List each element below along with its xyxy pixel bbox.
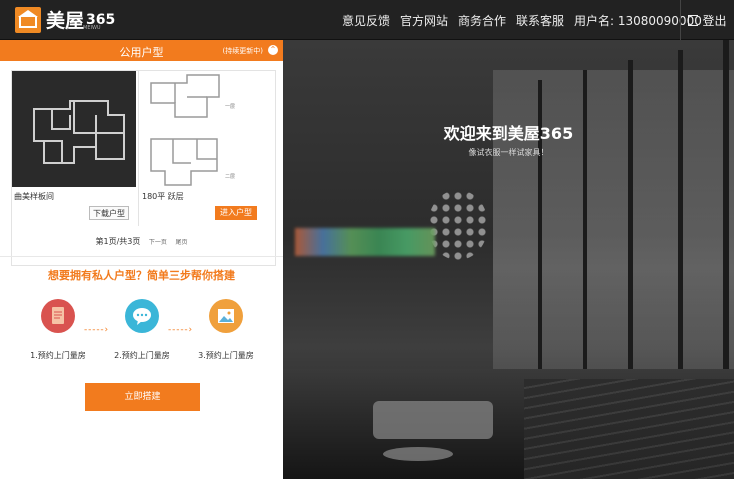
coffee-table bbox=[383, 447, 453, 461]
logout-label: 登出 bbox=[702, 13, 727, 28]
top-bar: 美屋 365 MEIWU 意见反馈 官方网站 商务合作 联系客服 用户名: 13… bbox=[0, 0, 734, 40]
last-page-link[interactable]: 尾页 bbox=[175, 239, 187, 246]
chandelier bbox=[428, 190, 488, 260]
window-frame bbox=[723, 40, 729, 410]
floorplan-panel: 公用户型 (持续更新中) ⌃ 曲美样板间 下载户型 一层 二层 180平 跃层 … bbox=[0, 40, 283, 479]
logo[interactable]: 美屋 365 MEIWU bbox=[15, 6, 115, 33]
pagination: 第1页/共3页 下一页 尾页 bbox=[0, 236, 283, 247]
step-label: 3.预约上门量房 bbox=[198, 351, 254, 360]
floorplan-thumbnail[interactable] bbox=[12, 71, 136, 187]
card-label: 曲美样板间 bbox=[14, 192, 54, 201]
hero-title: 欢迎来到美屋365 bbox=[443, 124, 574, 143]
window-frame bbox=[678, 50, 683, 410]
floor-label: 二层 bbox=[225, 174, 236, 180]
hero-background: 欢迎来到美屋365 像试衣服一样试家具！ bbox=[283, 40, 734, 479]
step-label: 1.预约上门量房 bbox=[30, 351, 86, 360]
floorplan-card[interactable]: 曲美样板间 下载户型 bbox=[12, 71, 136, 226]
next-page-link[interactable]: 下一页 bbox=[149, 239, 167, 246]
window-frame bbox=[628, 60, 633, 410]
up-arrow-icon[interactable]: ⌃ bbox=[268, 45, 278, 55]
nav-business[interactable]: 商务合作 bbox=[458, 0, 506, 40]
sofa bbox=[373, 401, 493, 439]
step-arrow: - - - - - › bbox=[168, 325, 192, 335]
house-logo-icon bbox=[15, 6, 41, 33]
floorplan-card[interactable]: 一层 二层 180平 跃层 进入户型 bbox=[138, 71, 276, 226]
logo-subtext: MEIWU bbox=[83, 25, 101, 31]
promo-heading: 想要拥有私人户型？简单三步帮你搭建 bbox=[48, 269, 235, 282]
build-now-button[interactable]: 立即搭建 bbox=[85, 383, 200, 411]
step-arrow: - - - - - › bbox=[84, 325, 108, 335]
hero-subtitle: 像试衣服一样试家具！ bbox=[468, 148, 549, 157]
card-label: 180平 跃层 bbox=[142, 192, 184, 201]
stairs bbox=[524, 379, 734, 479]
update-note: (持续更新中) bbox=[222, 47, 263, 55]
step-label: 2.预约上门量房 bbox=[114, 351, 170, 360]
floorplan-thumbnail[interactable]: 一层 二层 bbox=[147, 73, 267, 189]
chat-bubble-icon bbox=[125, 299, 159, 333]
logout-button[interactable]: 登出 bbox=[680, 0, 734, 40]
blurred-banner bbox=[295, 228, 435, 256]
page-info: 第1页/共3页 bbox=[95, 237, 141, 246]
logo-text: 美屋 bbox=[46, 10, 85, 32]
panel-header: 公用户型 (持续更新中) ⌃ bbox=[0, 40, 283, 61]
enter-plan-button[interactable]: 进入户型 bbox=[215, 206, 257, 220]
document-icon bbox=[41, 299, 75, 333]
image-icon bbox=[209, 299, 243, 333]
download-plan-button[interactable]: 下载户型 bbox=[89, 206, 129, 220]
nav-customer-service[interactable]: 联系客服 bbox=[516, 0, 564, 40]
floor-label: 一层 bbox=[225, 104, 236, 110]
logout-icon bbox=[688, 14, 699, 26]
divider bbox=[0, 256, 283, 257]
nav-official-site[interactable]: 官方网站 bbox=[400, 0, 448, 40]
nav-feedback[interactable]: 意见反馈 bbox=[342, 0, 390, 40]
